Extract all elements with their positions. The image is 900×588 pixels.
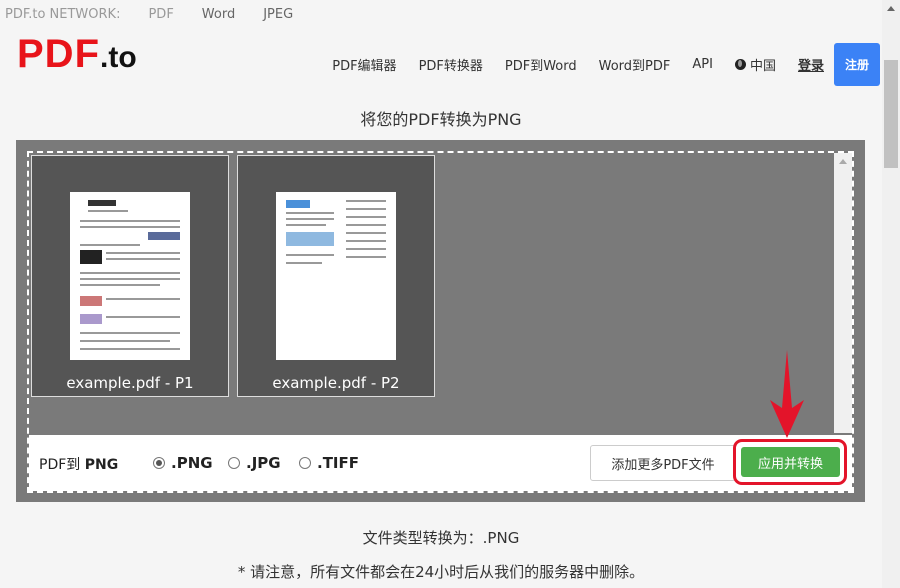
logo-main: PDF [17,32,100,76]
scroll-up-icon[interactable] [887,6,895,11]
language-selector[interactable]: 中国 [734,55,776,74]
logo-suffix: .to [100,41,137,74]
radio-unselected-icon[interactable] [228,457,240,469]
page-title: 将您的PDF转换为PNG [360,110,522,129]
conversion-label-prefix: PDF到 [39,457,81,473]
radio-selected-icon[interactable] [153,457,165,469]
register-button[interactable]: 注册 [834,43,880,86]
thumbnail-caption-1: example.pdf - P1 [66,374,194,392]
conversion-label: PDF到 PNG [39,454,118,474]
format-option-png[interactable]: .PNG [153,454,213,472]
conversion-controls: PDF到 PNG .PNG .JPG .TIFF 添加更多PDF文件 应用并转换 [29,435,852,491]
thumbnail-page-1[interactable]: example.pdf - P1 [31,155,229,397]
converter-panel: example.pdf - P1 example.pdf - P2 PDF到 P… [16,140,865,502]
network-link-word[interactable]: Word [202,7,235,22]
globe-icon [734,59,746,70]
format-option-tiff-label: .TIFF [317,454,360,472]
format-option-png-label: .PNG [171,454,213,472]
network-bar: PDF.to NETWORK: PDF Word JPEG [0,0,882,28]
nav-pdf-converter[interactable]: PDF转换器 [419,55,483,74]
radio-unselected-icon[interactable] [299,457,311,469]
header: PDF.to PDF编辑器 PDF转换器 PDF到Word Word到PDF A… [0,28,882,86]
add-more-files-button[interactable]: 添加更多PDF文件 [590,445,736,481]
format-option-jpg-label: .JPG [246,454,281,472]
nav-api[interactable]: API [692,57,713,72]
network-label: PDF.to NETWORK: [5,6,121,22]
login-link[interactable]: 登录 [798,55,824,74]
format-option-tiff[interactable]: .TIFF [299,454,359,472]
conversion-label-format: PNG [84,457,119,473]
network-link-pdf[interactable]: PDF [148,7,173,22]
file-dropzone[interactable]: example.pdf - P1 example.pdf - P2 PDF到 P… [27,151,854,493]
format-option-jpg[interactable]: .JPG [228,454,281,472]
thumbnail-page-2[interactable]: example.pdf - P2 [237,155,435,397]
nav-pdf-to-word[interactable]: PDF到Word [505,55,577,74]
window-scrollbar[interactable] [882,0,900,588]
logo[interactable]: PDF.to [17,32,137,77]
network-link-jpeg[interactable]: JPEG [263,7,293,22]
language-label: 中国 [749,59,776,74]
red-arrow-down-icon [770,350,804,438]
thumbnails-area: example.pdf - P1 example.pdf - P2 [29,153,832,433]
nav-word-to-pdf[interactable]: Word到PDF [599,55,671,74]
scrollbar-thumb[interactable] [884,60,898,168]
apply-convert-button[interactable]: 应用并转换 [741,447,840,477]
thumbnails-scrollbar[interactable] [834,153,852,433]
main-nav: PDF编辑器 PDF转换器 PDF到Word Word到PDF API 中国 登… [332,43,882,86]
deletion-notice: * 请注意，所有文件都会在24小时后从我们的服务器中删除。 [237,563,645,581]
nav-pdf-editor[interactable]: PDF编辑器 [332,55,396,74]
thumbnail-caption-2: example.pdf - P2 [272,374,400,392]
apply-button-highlight: 应用并转换 [733,439,847,485]
page-preview-1 [70,192,190,360]
output-filetype-text: 文件类型转换为：.PNG [362,529,520,547]
scroll-up-icon[interactable] [839,159,847,164]
page-preview-2 [276,192,396,360]
